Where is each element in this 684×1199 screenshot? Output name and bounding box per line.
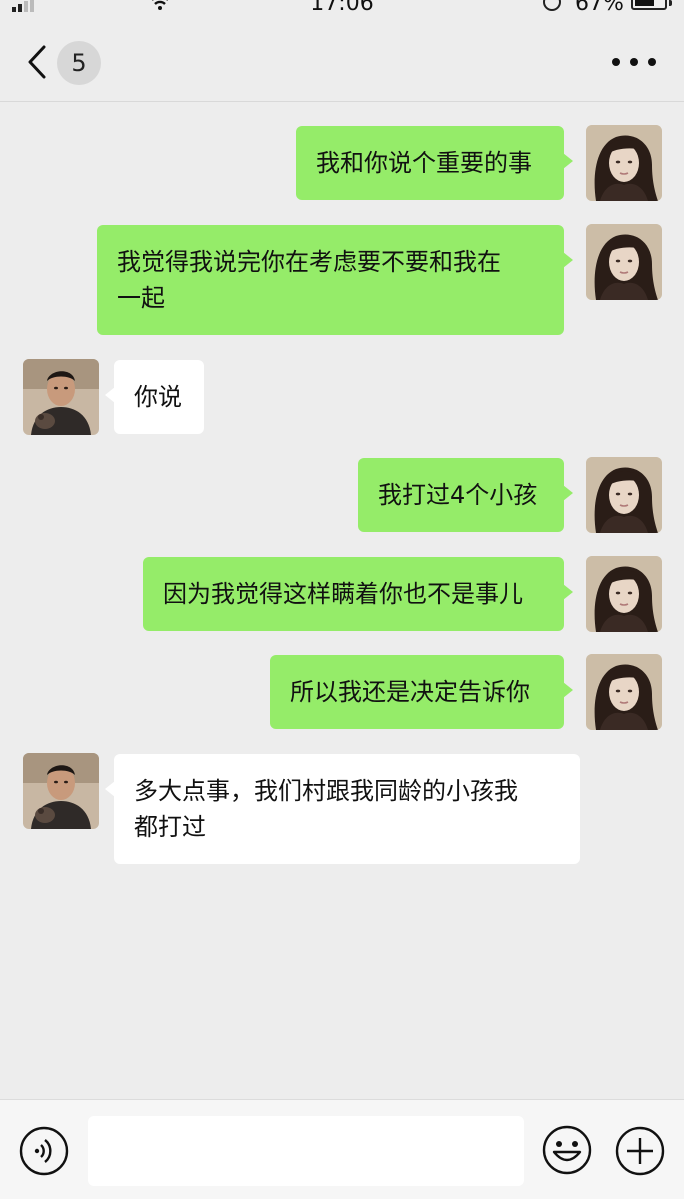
more-options-icon[interactable] (612, 50, 656, 74)
contact-avatar[interactable] (23, 753, 99, 829)
message-bubble[interactable]: 我打过4个小孩 (358, 458, 573, 532)
my-avatar[interactable] (586, 556, 662, 632)
my-avatar[interactable] (586, 457, 662, 533)
battery-percentage: 67% (575, 0, 624, 16)
message-input-bar (0, 1099, 684, 1199)
my-avatar[interactable] (586, 654, 662, 730)
my-avatar[interactable] (586, 224, 662, 300)
message-bubble[interactable]: 你说 (105, 360, 204, 434)
message-bubble[interactable]: 所以我还是决定告诉你 (270, 655, 573, 729)
message-bubble[interactable]: 我和你说个重要的事 (296, 126, 573, 200)
plus-icon[interactable] (615, 1126, 665, 1176)
message-bubble[interactable]: 我觉得我说完你在考虑要不要和我在 一起 (97, 225, 573, 335)
emoji-icon[interactable] (541, 1124, 593, 1176)
status-bar: 17:06 67% (0, 0, 684, 22)
battery-tip (669, 0, 672, 6)
contact-avatar[interactable] (23, 359, 99, 435)
my-avatar[interactable] (586, 125, 662, 201)
back-chevron-icon[interactable] (22, 44, 54, 80)
message-text-input[interactable] (88, 1116, 524, 1186)
message-bubble[interactable]: 多大点事，我们村跟我同龄的小孩我 都打过 (105, 754, 580, 864)
battery-icon (631, 0, 667, 10)
voice-icon[interactable] (19, 1126, 69, 1176)
chat-header: 5 (0, 22, 684, 102)
unread-count-badge[interactable]: 5 (57, 41, 101, 85)
battery-level-fill (635, 0, 654, 6)
message-bubble[interactable]: 因为我觉得这样瞒着你也不是事儿 (143, 557, 573, 631)
